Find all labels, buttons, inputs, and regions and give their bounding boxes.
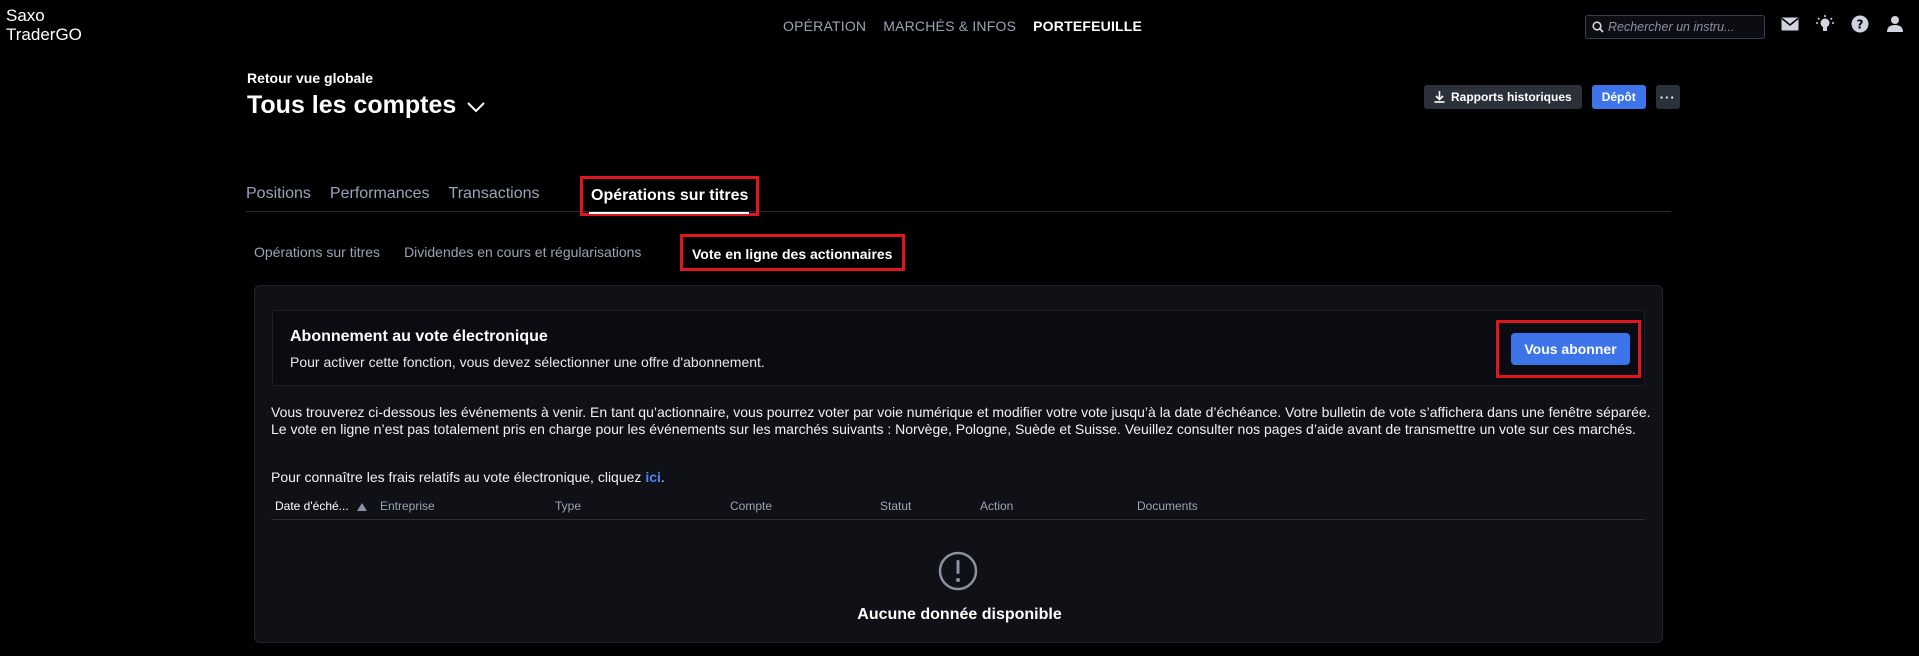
header-actions: Rapports historiques Dépôt ··· (1424, 85, 1680, 109)
subtab-vote-en-ligne[interactable]: Vote en ligne des actionnaires (692, 246, 892, 262)
help-icon[interactable]: ? (1850, 14, 1869, 33)
fees-prefix: Pour connaître les frais relatifs au vot… (271, 469, 646, 485)
subtab-vote-highlight: Vote en ligne des actionnaires (680, 234, 905, 271)
subscribe-button[interactable]: Vous abonner (1511, 333, 1630, 365)
column-statut[interactable]: Statut (880, 499, 911, 513)
nav-operation[interactable]: OPÉRATION (783, 18, 866, 34)
main-tabs: Positions Performances Transactions (246, 185, 540, 203)
svg-text:?: ? (1856, 17, 1863, 31)
tab-operations-sur-titres[interactable]: Opérations sur titres (591, 187, 748, 205)
deposit-button[interactable]: Dépôt (1591, 85, 1646, 109)
account-selector[interactable]: Tous les comptes (247, 91, 486, 120)
chevron-down-icon (466, 101, 486, 113)
account-title: Tous les comptes (247, 91, 457, 119)
download-icon (1434, 91, 1445, 103)
top-navigation: OPÉRATION MARCHÉS & INFOS PORTEFEUILLE (783, 18, 1142, 34)
column-documents[interactable]: Documents (1137, 499, 1198, 513)
more-options-button[interactable]: ··· (1655, 85, 1680, 109)
column-entreprise[interactable]: Entreprise (380, 499, 435, 513)
lightbulb-icon[interactable] (1815, 14, 1834, 33)
subscription-title: Abonnement au vote électronique (290, 328, 548, 345)
subscription-card: Abonnement au vote électronique Pour act… (272, 310, 1645, 386)
alert-circle-icon (938, 551, 978, 596)
search-input[interactable] (1604, 20, 1762, 34)
tab-performances[interactable]: Performances (330, 185, 430, 203)
top-icons: ? (1780, 14, 1904, 33)
tab-positions[interactable]: Positions (246, 185, 311, 203)
fees-line: Pour connaître les frais relatifs au vot… (271, 469, 665, 485)
column-date-echeance[interactable]: Date d'éché... (275, 499, 367, 513)
active-tab-underline (589, 212, 749, 214)
back-to-overview-link[interactable]: Retour vue globale (247, 70, 373, 86)
tab-operations-sur-titres-highlight: Opérations sur titres (580, 176, 759, 216)
historical-reports-button[interactable]: Rapports historiques (1424, 85, 1582, 109)
empty-state-text: Aucune donnée disponible (857, 606, 1062, 623)
sub-tabs: Opérations sur titres Dividendes en cour… (254, 244, 641, 260)
nav-portefeuille[interactable]: PORTEFEUILLE (1033, 18, 1142, 34)
app-logo[interactable]: Saxo TraderGO (6, 6, 82, 44)
column-action[interactable]: Action (980, 499, 1013, 513)
mail-icon[interactable] (1780, 14, 1799, 33)
user-icon[interactable] (1885, 14, 1904, 33)
subtab-dividendes[interactable]: Dividendes en cours et régularisations (404, 244, 641, 260)
table-header: Date d'éché... Entreprise Type Compte St… (271, 499, 1645, 520)
logo-line-1: Saxo (6, 6, 45, 25)
column-date-echeance-label: Date d'éché... (275, 499, 349, 513)
tab-transactions[interactable]: Transactions (449, 185, 540, 203)
column-type[interactable]: Type (555, 499, 581, 513)
subtab-operations-sur-titres[interactable]: Opérations sur titres (254, 244, 380, 260)
column-compte[interactable]: Compte (730, 499, 772, 513)
logo-line-2: TraderGO (6, 25, 82, 44)
sort-ascending-icon (356, 502, 367, 511)
historical-reports-label: Rapports historiques (1451, 90, 1572, 104)
fees-suffix: . (660, 469, 665, 485)
search-box[interactable] (1585, 15, 1765, 39)
subscription-text: Pour activer cette fonction, vous devez … (290, 354, 765, 370)
info-paragraph: Vous trouverez ci-dessous les événements… (271, 404, 1651, 437)
search-icon (1592, 21, 1604, 33)
tabs-divider (246, 211, 1671, 212)
nav-marches-infos[interactable]: MARCHÉS & INFOS (883, 18, 1016, 34)
fees-link[interactable]: ici (645, 469, 661, 485)
